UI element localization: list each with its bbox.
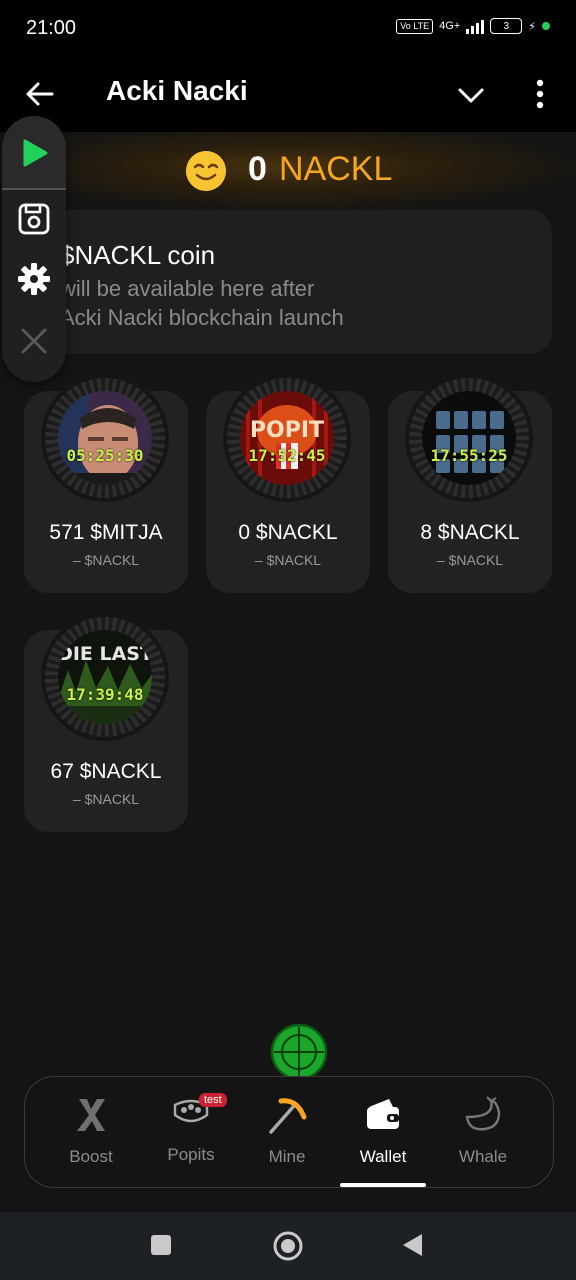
balance-banner: 0 NACKL: [0, 132, 576, 210]
game-timer: 05:25:30: [66, 446, 144, 465]
game-sub: – $NACKL: [436, 552, 504, 568]
die-last-logo-text: DIE LAST: [58, 643, 152, 665]
info-card-line-1: will be available here after: [60, 276, 315, 301]
nav-item-mine[interactable]: Mine: [239, 1077, 335, 1187]
game-thumbnail: [58, 391, 152, 485]
game-sub: – $NACKL: [72, 552, 140, 568]
popit-logo-text: POPIT: [250, 418, 324, 443]
game-card-popit[interactable]: POPIT 17:52:45 0 $NACKL – $NACKL: [206, 374, 370, 593]
privacy-dot-icon: [542, 22, 550, 30]
app-header: Acki Nacki: [0, 56, 576, 132]
nav-item-boost[interactable]: Boost: [43, 1077, 139, 1187]
game-ring: 05:25:30: [41, 374, 169, 502]
info-card: $NACKL coin will be available here after…: [24, 210, 552, 354]
game-sub: – $NACKL: [72, 791, 140, 807]
game-thumbnail: [422, 391, 516, 485]
pickaxe-icon: [269, 1098, 307, 1134]
active-tab-indicator: [340, 1183, 426, 1187]
game-thumbnail: POPIT: [240, 391, 334, 485]
chevron-down-icon[interactable]: [456, 80, 486, 110]
bottom-nav: Boost Popits Mine Wallet Whale: [24, 1076, 554, 1188]
game-timer: 17:39:48: [66, 685, 144, 704]
game-ring: DIE LAST 17:39:48: [41, 613, 169, 741]
floating-toolbar: [2, 116, 66, 382]
test-badge: test: [199, 1093, 227, 1107]
charging-icon: ⚡: [528, 20, 536, 33]
status-bar: 21:00 Vo LTE 4G+ 3 ⚡: [0, 0, 576, 56]
gear-icon[interactable]: [17, 262, 51, 296]
system-nav-bar: [0, 1212, 576, 1280]
back-triangle-icon[interactable]: [400, 1232, 424, 1258]
nav-item-wallet[interactable]: Wallet: [335, 1077, 431, 1187]
status-icons: Vo LTE 4G+ 3 ⚡: [396, 18, 550, 34]
status-time: 21:00: [26, 17, 77, 39]
save-icon[interactable]: [17, 202, 51, 236]
volte-icon: Vo LTE: [396, 18, 434, 34]
network-label: 4G+: [439, 20, 461, 32]
balance-amount: 0: [248, 150, 267, 188]
nav-label: Whale: [458, 1147, 508, 1166]
balance-unit: NACKL: [279, 150, 393, 188]
nav-label: Mine: [268, 1147, 306, 1166]
back-arrow-icon[interactable]: [24, 78, 56, 110]
game-timer: 17:55:25: [430, 446, 508, 465]
game-sub: – $NACKL: [254, 552, 322, 568]
battery-icon: 3: [490, 18, 523, 34]
game-amount: 8 $NACKL: [420, 521, 520, 544]
whale-icon: [465, 1096, 501, 1131]
play-icon: [23, 139, 48, 167]
info-card-line-2: Acki Nacki blockchain launch: [60, 305, 344, 330]
recents-icon[interactable]: [150, 1234, 172, 1256]
game-amount: 67 $NACKL: [50, 760, 162, 783]
nav-label: Wallet: [359, 1147, 407, 1166]
play-button[interactable]: [2, 116, 66, 190]
info-card-title: $NACKL coin: [60, 240, 216, 270]
game-amount: 571 $MITJA: [49, 521, 163, 544]
wallet-icon: [367, 1099, 399, 1129]
game-card-mitja[interactable]: 05:25:30 571 $MITJA – $NACKL: [24, 374, 188, 593]
x-icon: [77, 1099, 105, 1131]
smiling-emoji-icon: [186, 151, 226, 191]
nav-label: Boost: [69, 1147, 113, 1166]
home-icon[interactable]: [272, 1230, 304, 1262]
page-title: Acki Nacki: [106, 75, 248, 106]
close-icon[interactable]: [17, 324, 51, 358]
nav-item-whale[interactable]: Whale: [435, 1077, 531, 1187]
game-card-die-last[interactable]: DIE LAST 17:39:48 67 $NACKL – $NACKL: [24, 613, 188, 832]
game-card-cards[interactable]: 17:55:25 8 $NACKL – $NACKL: [388, 374, 552, 593]
nav-label: Popits: [167, 1145, 215, 1164]
game-amount: 0 $NACKL: [238, 521, 338, 544]
game-ring: 17:55:25: [405, 374, 533, 502]
game-ring: POPIT 17:52:45: [223, 374, 351, 502]
signal-icon: [466, 18, 485, 34]
more-menu-icon[interactable]: [528, 76, 552, 112]
game-timer: 17:52:45: [248, 446, 326, 465]
crosshair-icon[interactable]: [270, 1023, 328, 1081]
game-thumbnail: DIE LAST: [58, 630, 152, 724]
